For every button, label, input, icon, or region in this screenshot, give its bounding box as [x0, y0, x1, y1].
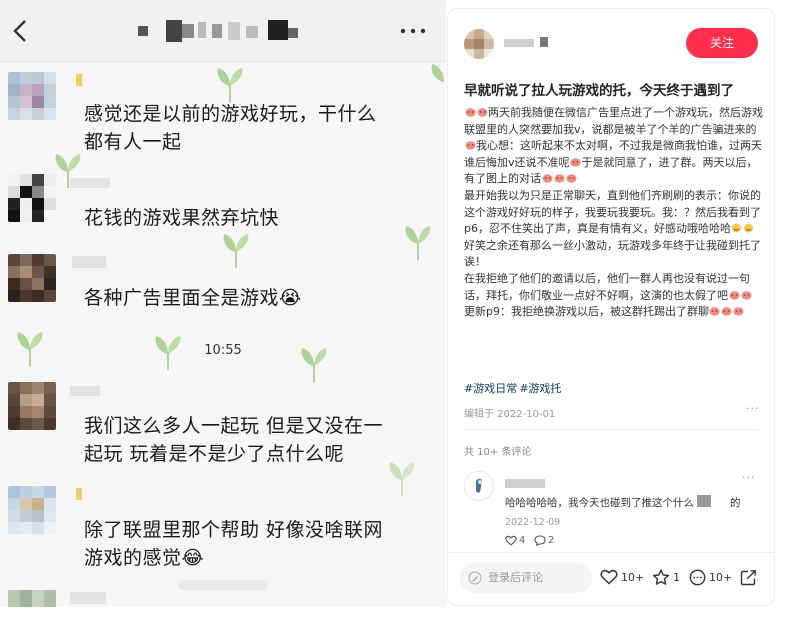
message-text: 感觉还是以前的游戏好玩，干什么都有人一起	[84, 103, 377, 153]
post-title: 早就听说了拉人玩游戏的托，今天终于遇到了	[464, 83, 734, 99]
comment-total: 10+	[709, 571, 733, 584]
sprout-icon	[405, 226, 431, 260]
share-icon	[740, 570, 756, 586]
post-text: 两天前我随便在微信广告里点进了一个游戏玩，然后游戏联盟里的人突然要加我v，说都是…	[464, 106, 763, 136]
like-count: 10+	[621, 570, 645, 584]
more-icon[interactable]: ···	[746, 402, 760, 415]
nickname-redacted	[70, 256, 130, 268]
pig-icon	[729, 290, 739, 300]
avatar	[8, 72, 56, 120]
pig-icon	[465, 108, 475, 117]
tag-link[interactable]: #游戏托	[519, 382, 561, 395]
post-paragraph: 最开始我以为只是正常聊天，直到他们齐刷刷的表示：你说的这个游戏好好玩的样子，我要…	[464, 188, 764, 271]
pig-icon	[721, 307, 732, 316]
back-icon[interactable]	[10, 18, 32, 44]
nickname-redacted	[70, 592, 106, 604]
commenter-avatar-icon	[476, 478, 482, 493]
pig-icon	[566, 174, 576, 184]
author-name-redacted[interactable]	[504, 37, 552, 49]
avatar	[8, 382, 56, 430]
comment-like-count: 4	[519, 535, 526, 546]
collect-count: 1	[673, 571, 680, 584]
comment-date: 2022-12-09	[505, 517, 561, 528]
laugh-icon	[744, 223, 754, 233]
sprout-icon	[223, 234, 249, 268]
message-text: 各种广告里面全是游戏😭	[84, 287, 302, 309]
post-body: 两天前我随便在微信广告里点进了一个游戏玩，然后游戏联盟里的人突然要加我v，说都是…	[464, 105, 764, 321]
chat-screenshot: 10:55 感觉还是以前的游戏好玩，干什么都有人一起 花钱的游戏果然弃坑快 各种…	[0, 0, 446, 607]
post-tags: #游戏日常 #游戏托	[464, 380, 563, 396]
chat-time: 10:55	[204, 343, 242, 358]
chat-header	[0, 0, 446, 62]
comment-item: ··· 哈哈哈哈哈，我今天也碰到了推这个什么 的 2022-12-09 4 2	[464, 469, 764, 549]
nickname-redacted	[70, 74, 130, 86]
follow-button[interactable]: 关注	[686, 28, 758, 58]
post-text: 最开始我以为只是正常聊天，直到他们齐刷刷的表示：你说的这个游戏好好玩的样子，我要…	[464, 188, 761, 236]
pig-icon	[554, 174, 564, 184]
post-text: 在我拒绝了他们的邀请以后，他们一群人再也没有说过一句话，拜托，你们敬业一点好不好…	[464, 271, 750, 302]
post-panel: 关注 早就听说了拉人玩游戏的托，今天终于遇到了 两天前我随便在微信广告里点进了一…	[447, 8, 775, 606]
comment-icon	[689, 569, 706, 586]
comment-input[interactable]: 登录后评论	[460, 563, 592, 593]
pig-icon	[733, 307, 744, 316]
pig-icon	[709, 307, 720, 316]
pig-icon	[570, 158, 581, 167]
edit-date: 编辑于 2022-10-01	[464, 409, 556, 420]
comment-button[interactable]: 10+	[689, 569, 732, 586]
comment-icon	[534, 535, 546, 546]
divider	[448, 552, 774, 553]
sprout-icon	[217, 68, 243, 102]
heart-icon	[600, 569, 618, 585]
star-icon	[652, 569, 670, 585]
comment-placeholder: 登录后评论	[488, 571, 543, 584]
avatar	[8, 254, 56, 302]
commenter-avatar[interactable]	[464, 471, 494, 501]
comment-redacted	[697, 495, 711, 507]
chat-title-redacted	[138, 20, 302, 42]
message-text: 除了联盟里那个帮助 好像没啥联网游戏的感觉😂	[84, 519, 384, 569]
nickname-redacted	[70, 176, 130, 188]
comment-count: 共 10+ 条评论	[464, 447, 532, 458]
more-icon[interactable]	[398, 27, 428, 35]
comment-reply-button[interactable]: 2	[534, 535, 554, 546]
commenter-name-redacted[interactable]	[505, 479, 545, 488]
comment-like-button[interactable]: 4	[505, 535, 525, 546]
pen-icon	[468, 571, 482, 585]
comment-text: 哈哈哈哈哈，我今天也碰到了推这个什么 的	[505, 495, 757, 510]
divider	[464, 429, 759, 430]
message-text: 我们这么多人一起玩 但是又没在一起玩 玩着是不是少了点什么呢	[84, 415, 384, 465]
sprout-icon	[431, 64, 444, 82]
collect-button[interactable]: 1	[652, 569, 680, 586]
heart-icon	[505, 535, 517, 546]
nickname-redacted	[70, 384, 130, 396]
author-avatar[interactable]	[464, 29, 494, 59]
message-text: 花钱的游戏果然弃坑快	[84, 207, 280, 229]
more-icon[interactable]: ···	[742, 471, 756, 484]
post-paragraph: 更新p9：我拒绝换游戏以后，被这群托踢出了群聊	[464, 304, 764, 321]
post-text: 更新p9：我拒绝换游戏以后，被这群托踢出了群聊	[464, 305, 709, 319]
avatar	[8, 590, 56, 607]
comment-reply-count: 2	[548, 535, 555, 546]
post-paragraph: 两天前我随便在微信广告里点进了一个游戏玩，然后游戏联盟里的人突然要加我v，说都是…	[464, 105, 764, 188]
post-paragraph: 在我拒绝了他们的邀请以后，他们一群人再也没有说过一句话，拜托，你们敬业一点好不好…	[464, 271, 764, 304]
like-button[interactable]: 10+	[600, 569, 644, 585]
page-indicator	[178, 580, 268, 590]
avatar	[8, 174, 56, 222]
screen: 10:55 感觉还是以前的游戏好玩，干什么都有人一起 花钱的游戏果然弃坑快 各种…	[0, 0, 787, 618]
sprout-icon	[389, 462, 415, 496]
avatar	[8, 486, 56, 534]
pig-icon	[477, 108, 487, 117]
tag-link[interactable]: #游戏日常	[464, 382, 517, 395]
pig-icon	[741, 290, 751, 300]
pig-icon	[542, 174, 552, 184]
post-text: 好笑之余还有那么一丝小激动，玩游戏多年终于让我碰到托了诶！	[464, 238, 761, 269]
pig-icon	[465, 141, 475, 150]
comment-text-start: 哈哈哈哈哈，我今天也碰到了推这个什么	[505, 497, 694, 509]
nickname-redacted	[70, 488, 130, 500]
laugh-icon	[732, 223, 742, 233]
share-button[interactable]	[740, 569, 757, 586]
comment-text-end: 的	[730, 497, 741, 509]
